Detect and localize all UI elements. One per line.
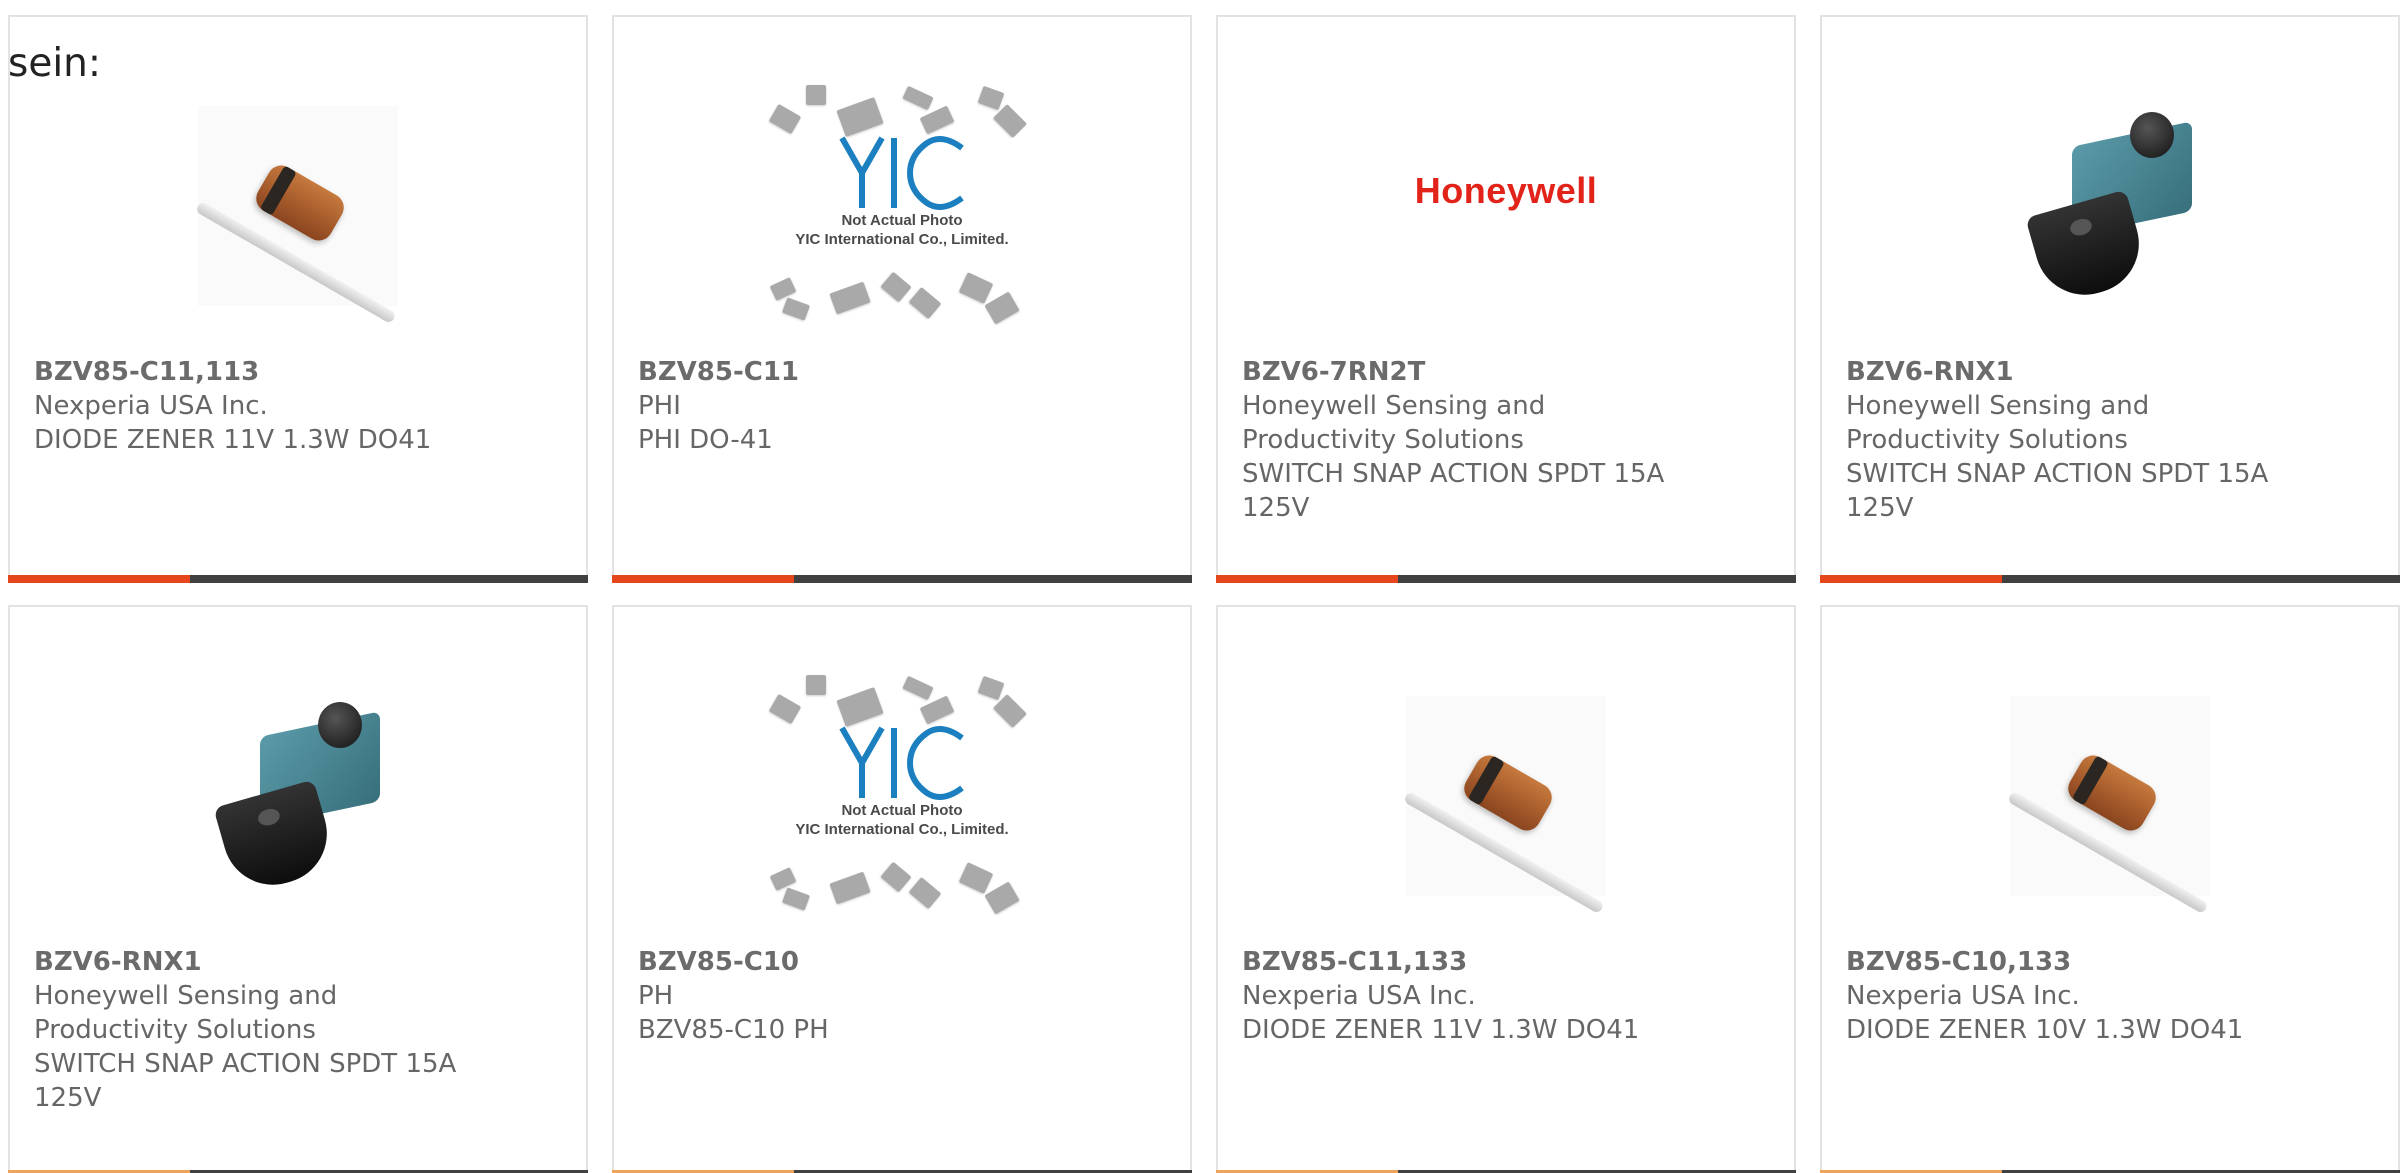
manufacturer: Honeywell Sensing and [1242,391,1546,421]
diode-photo [1403,696,1606,915]
product-info: BZV85-C11 PHI PHI DO-41 [638,355,1166,457]
product-card[interactable]: Not Actual Photo YIC International Co., … [612,15,1192,583]
diode-photo [2007,696,2210,915]
image-note: Not Actual Photo [841,212,963,229]
part-number[interactable]: BZV85-C11,133 [1242,945,1770,979]
manufacturer: Nexperia USA Inc. [1242,981,1476,1011]
description: SWITCH SNAP ACTION SPDT 15A [1242,459,1665,489]
product-info: BZV85-C11,133 Nexperia USA Inc. DIODE ZE… [1242,945,1770,1047]
product-card[interactable]: BZV6-RNX1 Honeywell Sensing and Producti… [8,605,588,1173]
product-info: BZV85-C10 PH BZV85-C10 PH [638,945,1166,1047]
part-number[interactable]: BZV85-C10,133 [1846,945,2374,979]
product-image[interactable] [10,71,586,341]
product-image[interactable] [1218,661,1794,931]
product-info: BZV6-7RN2T Honeywell Sensing and Product… [1242,355,1770,525]
product-card[interactable]: BZV85-C11,133 Nexperia USA Inc. DIODE ZE… [1216,605,1796,1173]
part-number[interactable]: BZV6-RNX1 [1846,355,2374,389]
yic-placeholder-image: Not Actual Photo YIC International Co., … [762,81,1042,331]
manufacturer: PH [638,981,674,1011]
product-info: BZV85-C10,133 Nexperia USA Inc. DIODE ZE… [1846,945,2374,1047]
switch-photo [206,696,390,897]
manufacturer: Honeywell Sensing and [1846,391,2150,421]
product-card[interactable]: BZV85-C11,113 Nexperia USA Inc. DIODE ZE… [8,15,588,583]
description: SWITCH SNAP ACTION SPDT 15A [1846,459,2269,489]
part-number[interactable]: BZV6-RNX1 [34,945,562,979]
product-info: BZV85-C11,113 Nexperia USA Inc. DIODE ZE… [34,355,562,457]
card-bottom-bar [1820,575,2400,583]
manufacturer: Productivity Solutions [1242,425,1524,455]
product-image[interactable]: Not Actual Photo YIC International Co., … [614,71,1190,341]
image-company: YIC International Co., Limited. [795,821,1009,838]
description: DIODE ZENER 11V 1.3W DO41 [34,425,432,455]
description: PHI DO-41 [638,425,773,455]
yic-logo [822,133,982,213]
product-grid: BZV85-C11,113 Nexperia USA Inc. DIODE ZE… [8,15,2400,1173]
product-image[interactable]: Honeywell [1218,71,1794,341]
card-bottom-bar [612,575,1192,583]
manufacturer: Productivity Solutions [1846,425,2128,455]
part-number[interactable]: BZV85-C11 [638,355,1166,389]
manufacturer: PHI [638,391,681,421]
description: BZV85-C10 PH [638,1015,829,1045]
description: 125V [1846,493,1914,523]
card-bottom-bar [1216,575,1796,583]
description: SWITCH SNAP ACTION SPDT 15A [34,1049,457,1079]
manufacturer: Productivity Solutions [34,1015,316,1045]
part-number[interactable]: BZV6-7RN2T [1242,355,1770,389]
description: DIODE ZENER 11V 1.3W DO41 [1242,1015,1640,1045]
product-card[interactable]: BZV6-RNX1 Honeywell Sensing and Producti… [1820,15,2400,583]
yic-logo [822,723,982,803]
image-note: Not Actual Photo [841,802,963,819]
manufacturer: Nexperia USA Inc. [1846,981,2080,1011]
description: 125V [1242,493,1310,523]
product-image[interactable] [10,661,586,931]
switch-photo [2018,106,2202,307]
product-image[interactable] [1822,71,2398,341]
product-image[interactable]: Not Actual Photo YIC International Co., … [614,661,1190,931]
honeywell-logo: Honeywell [1414,170,1598,211]
part-number[interactable]: BZV85-C10 [638,945,1166,979]
product-info: BZV6-RNX1 Honeywell Sensing and Producti… [34,945,562,1115]
description: 125V [34,1083,102,1113]
yic-placeholder-image: Not Actual Photo YIC International Co., … [762,671,1042,921]
manufacturer: Honeywell Sensing and [34,981,338,1011]
product-card[interactable]: Honeywell BZV6-7RN2T Honeywell Sensing a… [1216,15,1796,583]
product-image[interactable] [1822,661,2398,931]
product-info: BZV6-RNX1 Honeywell Sensing and Producti… [1846,355,2374,525]
intro-text: sein: [8,41,102,86]
part-number[interactable]: BZV85-C11,113 [34,355,562,389]
diode-photo [195,106,398,325]
image-company: YIC International Co., Limited. [795,231,1009,248]
manufacturer: Nexperia USA Inc. [34,391,268,421]
card-bottom-bar [8,575,588,583]
product-card[interactable]: BZV85-C10,133 Nexperia USA Inc. DIODE ZE… [1820,605,2400,1173]
product-card[interactable]: Not Actual Photo YIC International Co., … [612,605,1192,1173]
description: DIODE ZENER 10V 1.3W DO41 [1846,1015,2244,1045]
